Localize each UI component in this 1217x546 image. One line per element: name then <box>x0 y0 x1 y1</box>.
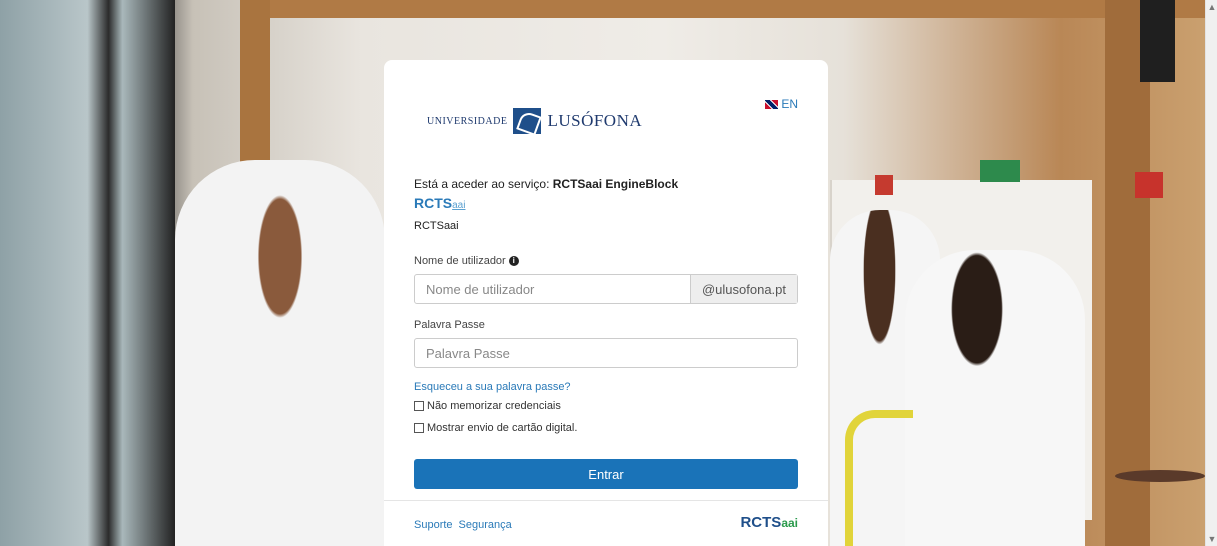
remember-checkbox[interactable] <box>414 401 424 411</box>
background-window <box>0 0 175 546</box>
username-label-text: Nome de utilizador <box>414 255 506 267</box>
background-exit-sign <box>980 160 1020 182</box>
service-logo-sub: aai <box>452 200 466 211</box>
service-logo-link[interactable]: RCTSaai <box>414 195 465 211</box>
background-fire-sign <box>1135 172 1163 198</box>
username-group: @ulusofona.pt <box>414 274 798 304</box>
logo-name: LUSÓFONA <box>547 111 643 130</box>
background-person <box>175 160 385 546</box>
language-label: EN <box>781 97 798 111</box>
login-card: EN UNIVERSIDADE LUSÓFONA Está a aceder a… <box>384 60 828 546</box>
service-logo-main: RCTS <box>414 195 453 211</box>
footer-links: Suporte Segurança <box>414 519 512 531</box>
password-label: Palavra Passe <box>414 319 485 331</box>
login-button[interactable]: Entrar <box>414 459 798 489</box>
digital-card-checkbox-row[interactable]: Mostrar envio de cartão digital. <box>414 422 577 434</box>
page-scrollbar[interactable]: ▲ ▼ <box>1205 0 1217 546</box>
digital-card-label: Mostrar envio de cartão digital. <box>427 422 578 434</box>
service-info: Está a aceder ao serviço: RCTSaai Engine… <box>414 177 678 191</box>
logo-prefix: UNIVERSIDADE <box>427 115 508 127</box>
remember-label: Não memorizar credenciais <box>427 400 561 412</box>
security-link[interactable]: Segurança <box>459 519 512 531</box>
university-logo: UNIVERSIDADE LUSÓFONA <box>427 108 642 134</box>
service-intro: Está a aceder ao serviço: <box>414 177 550 191</box>
forgot-password-link[interactable]: Esqueceu a sua palavra passe? <box>414 381 571 393</box>
username-input[interactable] <box>415 275 690 303</box>
background-eyewash <box>845 410 913 546</box>
domain-suffix: @ulusofona.pt <box>690 275 797 303</box>
footer-divider <box>384 500 828 501</box>
password-input[interactable] <box>414 338 798 368</box>
info-circle-icon[interactable]: i <box>508 256 519 267</box>
support-link[interactable]: Suporte <box>414 519 453 531</box>
background-person <box>905 250 1085 546</box>
background-stool <box>1115 470 1205 482</box>
background-beam <box>240 0 1205 18</box>
service-name: RCTSaai EngineBlock <box>552 177 679 191</box>
service-display-name: RCTSaai <box>414 220 459 232</box>
background-speaker <box>1140 0 1175 82</box>
lusofona-mark-icon <box>513 108 542 134</box>
uk-flag-icon <box>765 99 779 109</box>
background-alarm-box <box>875 175 893 195</box>
chevron-up-icon[interactable]: ▲ <box>1206 0 1217 14</box>
chevron-down-icon[interactable]: ▼ <box>1206 532 1217 546</box>
footer-logo-main: RCTS <box>740 514 782 531</box>
language-switch[interactable]: EN <box>765 97 798 111</box>
footer-logo-sub: aai <box>781 516 798 530</box>
remember-checkbox-row[interactable]: Não memorizar credenciais <box>414 400 561 412</box>
digital-card-checkbox[interactable] <box>414 423 424 433</box>
username-label: Nome de utilizador i <box>414 255 519 267</box>
footer-rcts-logo: RCTSaai <box>740 514 798 531</box>
